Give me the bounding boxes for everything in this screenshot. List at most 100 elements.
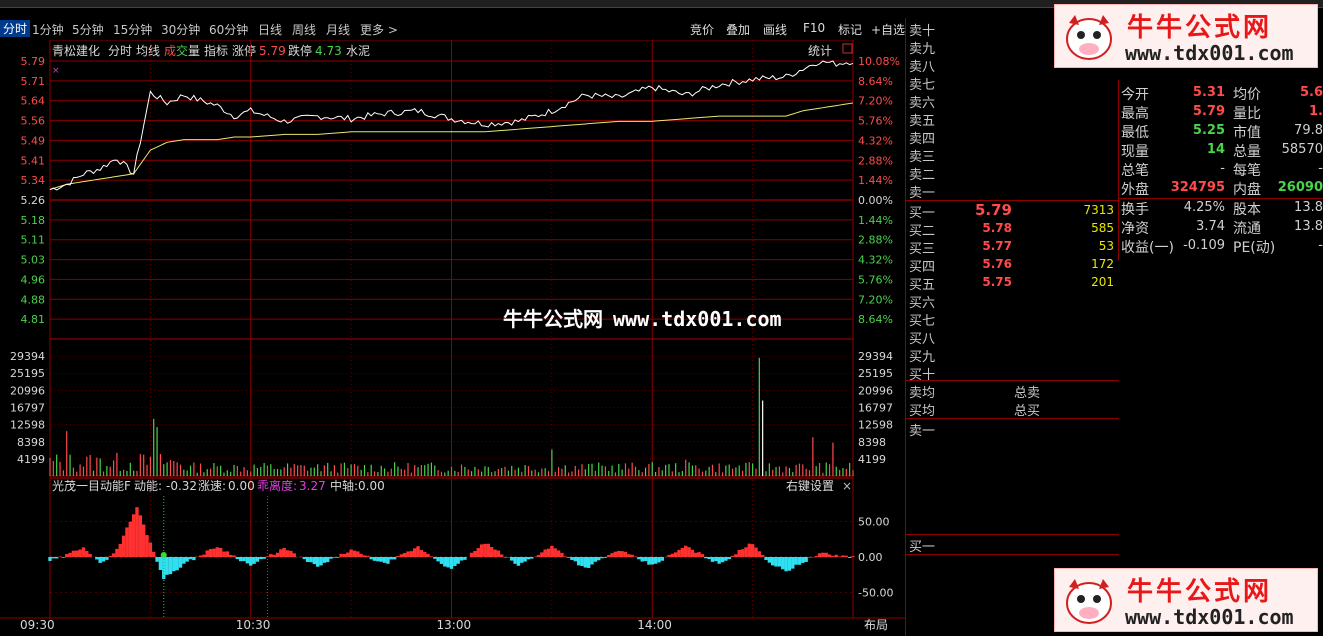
price-tick-label: 4.96 (21, 273, 46, 286)
tab-timeframe-5[interactable]: 60分钟 (209, 21, 248, 38)
pct-tick-label: 4.32% (858, 254, 893, 267)
bid-level-label: 买八 (909, 332, 936, 347)
intraday-chart[interactable]: 青松建化 分时 均线成交量指标 涨停 5.79 跌停 4.73 水泥 统计5.79 10.08%5… (0, 40, 905, 636)
header-limit-down-value: 4.73 (315, 44, 342, 58)
header-limit-down-label: 跌停 (288, 43, 312, 58)
toolbar-button-2[interactable]: 画线 (763, 21, 787, 38)
ask-level-label: 卖九 (909, 42, 936, 57)
volume-tick-label-right: 16797 (858, 401, 893, 414)
indicator-tick-label: 0.00 (858, 551, 883, 564)
ask-level-label: 卖八 (909, 60, 936, 75)
tab-timeframe-9[interactable]: 更多 > (360, 21, 398, 38)
ask-level-label: 卖二 (909, 168, 936, 183)
depth-divider (906, 554, 1119, 555)
price-tick-label: 5.03 (21, 254, 46, 267)
center-watermark-title: 牛牛公式网 (503, 307, 603, 331)
bid-volume: 201 (1091, 275, 1114, 289)
price-tick-label: 5.41 (21, 154, 46, 167)
tab-timeframe-6[interactable]: 日线 (258, 21, 282, 38)
quote-label: 换手 (1121, 202, 1149, 218)
tick-sell-label: 卖一 (909, 424, 936, 439)
pct-tick-label: 2.88% (858, 234, 893, 247)
pct-tick-label: 5.76% (858, 273, 893, 286)
bid-level-label: 买九 (909, 350, 936, 365)
toolbar-button-4[interactable]: 标记 (838, 21, 862, 38)
quote-value: 4.25% (1183, 200, 1225, 215)
center-watermark-url: www.tdx001.com (613, 307, 782, 331)
header-vol-c: 量 (188, 44, 200, 58)
bid-level-label: 买四 (909, 260, 936, 275)
watermark-title-top: 牛牛公式网 (1127, 13, 1273, 43)
bid-volume: 585 (1091, 221, 1114, 235)
indicator-speed-label: 涨速: (198, 478, 226, 493)
bid-level-label: 买三 (909, 242, 936, 257)
quote-value: 14 (1206, 142, 1225, 157)
indicator-axis-label: 中轴: (330, 478, 358, 493)
tab-timeframe-3[interactable]: 15分钟 (113, 21, 152, 38)
quote-label: 流通 (1233, 221, 1261, 237)
header-vol-b: 交 (176, 43, 188, 58)
pct-tick-label: 0.00% (858, 194, 893, 207)
quote-label: 外盘 (1121, 182, 1149, 198)
ask-level-label: 卖十 (909, 24, 936, 39)
tab-timeframe-2[interactable]: 5分钟 (72, 21, 104, 38)
price-tick-label: 4.81 (21, 313, 46, 326)
volume-tick-label: 20996 (10, 384, 45, 397)
volume-tick-label: 4199 (17, 453, 45, 466)
pct-tick-label: 8.64% (858, 75, 893, 88)
indicator-tick-label: 50.00 (858, 515, 890, 528)
stats-toggle-icon[interactable] (842, 43, 853, 54)
bid-volume: 172 (1091, 257, 1114, 271)
toolbar-button-0[interactable]: 竞价 (690, 21, 714, 38)
volume-tick-label: 12598 (10, 419, 45, 432)
bid-price: 5.77 (982, 239, 1012, 253)
volume-tick-label: 8398 (17, 436, 45, 449)
quote-value: - (1220, 161, 1225, 176)
indicator-close-icon[interactable]: × (842, 479, 852, 493)
quote-panel: 今开 5.31 最高 5.79 最低 5.25 现量 14 总笔 - 外盘 324795 换手 4.25%… (1118, 80, 1323, 260)
ask-level-label: 卖五 (909, 114, 936, 129)
time-tick-label: 10:30 (236, 618, 271, 632)
ask-level-label: 卖六 (909, 96, 936, 111)
volume-tick-label-right: 29394 (858, 350, 893, 363)
toolbar-button-3[interactable]: F10 (803, 21, 825, 35)
header-sector: 水泥 (346, 44, 370, 58)
price-tick-label: 5.71 (21, 75, 46, 88)
quote-value: 79.8 (1294, 123, 1323, 138)
layout-button[interactable]: 布局 (864, 618, 888, 632)
pct-tick-label: 1.44% (858, 174, 893, 187)
bid-level-label: 买五 (909, 278, 936, 293)
cow-logo-icon (1066, 579, 1112, 624)
toolbar-button-5[interactable]: +自选 (871, 21, 905, 38)
tab-timeframe-8[interactable]: 月线 (326, 21, 350, 38)
time-tick-label: 09:30 (20, 618, 55, 632)
bid-price: 5.75 (982, 275, 1012, 289)
volume-tick-label-right: 20996 (858, 384, 893, 397)
pct-tick-label: 7.20% (858, 95, 893, 108)
center-watermark: 牛牛公式网 www.tdx001.com (503, 303, 782, 332)
volume-tick-label: 29394 (10, 350, 45, 363)
avg-label: 卖均 (909, 386, 936, 401)
quote-label: 最高 (1121, 106, 1149, 122)
pct-tick-label: 5.76% (858, 115, 893, 128)
toolbar-button-1[interactable]: 叠加 (726, 21, 750, 38)
tab-timeframe-1[interactable]: 1分钟 (32, 21, 64, 38)
ask-level-label: 卖四 (909, 132, 936, 147)
quote-label: 最低 (1121, 125, 1149, 141)
quote-value: 26090 (1277, 180, 1323, 195)
ask-level-label: 卖七 (909, 78, 936, 93)
watermark-url-bottom: www.tdx001.com (1125, 605, 1294, 629)
bid-volume: 7313 (1083, 203, 1114, 217)
tab-timeframe-7[interactable]: 周线 (292, 21, 316, 38)
header-mode: 分时 (108, 44, 132, 58)
indicator-settings-button[interactable]: 右键设置 (786, 478, 834, 493)
tab-timeframe-0[interactable]: 分时 (0, 20, 31, 37)
depth-divider (906, 534, 1119, 535)
price-tick-label: 5.11 (21, 234, 46, 247)
stats-button[interactable]: 统计 (808, 44, 832, 58)
order-book-panel: 卖十 卖九 卖八 卖七 卖六 卖五 卖四 卖三 卖二 卖一 买一 5.79 7313 买二 5.78 585 买… (905, 18, 1119, 636)
volume-tick-label-right: 12598 (858, 419, 893, 432)
tab-timeframe-4[interactable]: 30分钟 (161, 21, 200, 38)
cow-logo-icon (1066, 15, 1112, 60)
bid-level-label: 买一 (909, 206, 936, 221)
